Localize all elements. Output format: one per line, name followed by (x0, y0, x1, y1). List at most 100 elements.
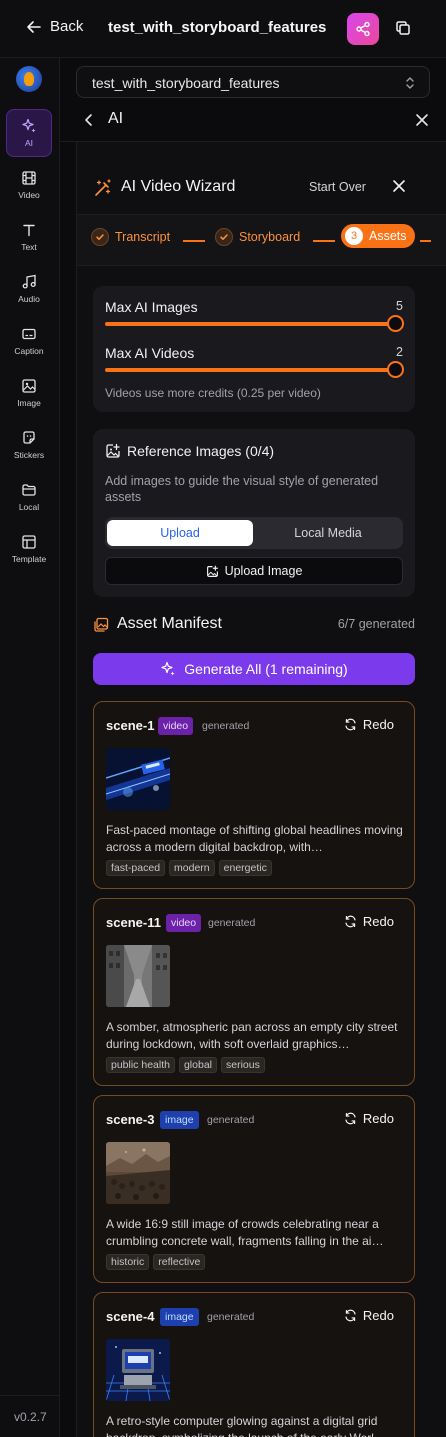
sidebar-item-label: AI (24, 138, 34, 148)
share-icon (356, 21, 370, 37)
app-version: v0.2.7 (14, 1410, 47, 1424)
slider-track[interactable] (105, 368, 395, 372)
step-label: Transcript (115, 230, 171, 244)
tab-upload[interactable]: Upload (107, 520, 253, 546)
film-icon (22, 171, 36, 185)
sticker-icon (23, 431, 35, 444)
sidebar-item-audio[interactable]: Audio (6, 265, 52, 313)
asset-tags: fast-paced modern energetic (106, 860, 272, 876)
close-icon[interactable] (392, 179, 406, 193)
redo-button[interactable]: Redo (344, 914, 394, 929)
sidebar-item-stickers[interactable]: Stickers (6, 421, 52, 469)
reference-images-card: Reference Images (0/4) Add images to gui… (93, 429, 415, 597)
wizard-title: AI Video Wizard (121, 178, 236, 195)
generated-count: 6/7 generated (337, 617, 415, 631)
wizard-panel: AI Video Wizard Start Over Transcript St… (76, 142, 446, 1437)
asset-description: A somber, atmospheric pan across an empt… (106, 1020, 398, 1051)
sidebar-item-local[interactable]: Local (6, 473, 52, 521)
slider-track[interactable] (105, 322, 395, 326)
asset-thumbnail[interactable] (106, 1142, 170, 1204)
sparkles-icon (22, 118, 36, 133)
slider-thumb[interactable] (387, 361, 404, 378)
refresh-icon (345, 1309, 356, 1322)
sidebar-item-label: Caption (14, 346, 44, 356)
max-images-slider[interactable]: Max AI Images 5 (105, 299, 404, 332)
left-sidebar: AI Video Text Audio Caption Image Sticke… (0, 58, 60, 1437)
slider-thumb[interactable] (387, 315, 404, 332)
slider-value: 5 (396, 299, 403, 313)
tag: modern (169, 860, 215, 876)
generate-all-label: Generate All (1 remaining) (184, 661, 348, 677)
upload-image-button[interactable]: Upload Image (105, 557, 403, 585)
sidebar-item-label: Audio (18, 294, 40, 304)
asset-thumbnail[interactable] (106, 748, 170, 810)
redo-button[interactable]: Redo (344, 1308, 394, 1323)
step-assets[interactable]: 3 Assets (341, 224, 415, 248)
asset-description: A wide 16:9 still image of crowds celebr… (106, 1217, 384, 1248)
asset-thumbnail[interactable] (106, 945, 170, 1007)
step-storyboard[interactable]: Storyboard (215, 228, 300, 246)
start-over-button[interactable]: Start Over (309, 180, 366, 194)
sidebar-item-template[interactable]: Template (6, 525, 52, 573)
sidebar-item-ai[interactable]: AI (6, 109, 52, 157)
music-icon (22, 274, 36, 289)
refresh-icon (345, 915, 356, 928)
asset-tags: historic reflective (106, 1254, 206, 1270)
check-icon (215, 228, 233, 246)
back-button[interactable]: Back (26, 18, 83, 35)
slider-value: 2 (396, 345, 403, 359)
asset-type-badge: video (166, 914, 202, 932)
project-select[interactable]: test_with_storyboard_features (76, 66, 430, 98)
asset-type-badge: image (160, 1111, 199, 1129)
tag: energetic (218, 860, 272, 876)
chevron-up-down-icon (406, 77, 414, 89)
source-toggle: Upload Local Media (105, 517, 403, 549)
sidebar-item-video[interactable]: Video (6, 161, 52, 209)
redo-button[interactable]: Redo (344, 1111, 394, 1126)
asset-status: generated (208, 917, 256, 929)
step-number: 3 (345, 227, 363, 245)
step-label: Storyboard (239, 230, 301, 244)
share-button[interactable] (347, 13, 379, 45)
copy-icon (396, 21, 410, 35)
asset-status: generated (207, 1114, 255, 1126)
redo-label: Redo (362, 1111, 394, 1126)
limits-card: Max AI Images 5 Max AI Videos 2 Videos u… (93, 286, 415, 412)
tag: serious (221, 1057, 265, 1073)
asset-description: Fast-paced montage of shifting global he… (106, 823, 403, 854)
tag: global (178, 1057, 217, 1073)
asset-name: scene-3 (106, 1112, 155, 1127)
folder-icon (22, 484, 36, 496)
text-icon (23, 224, 35, 237)
close-icon[interactable] (414, 112, 430, 128)
chevron-left-icon[interactable] (82, 112, 96, 128)
sidebar-item-label: Video (18, 190, 40, 200)
sidebar-item-caption[interactable]: Caption (6, 317, 52, 365)
tag: historic (106, 1254, 150, 1270)
reference-images-description: Add images to guide the visual style of … (105, 474, 379, 504)
sidebar-item-text[interactable]: Text (6, 213, 52, 261)
step-connector (183, 240, 205, 242)
sidebar-divider (0, 1395, 59, 1396)
sidebar-item-image[interactable]: Image (6, 369, 52, 417)
sidebar-item-label: Stickers (13, 450, 45, 460)
sidebar-item-label: Text (21, 242, 37, 252)
step-label: Assets (369, 229, 407, 243)
main-area: test_with_storyboard_features AI AI Vide… (60, 58, 446, 1437)
asset-type-badge: video (158, 717, 194, 735)
wizard-header: AI Video Wizard Start Over Transcript St… (77, 142, 446, 270)
tab-local-media[interactable]: Local Media (255, 520, 401, 546)
duplicate-button[interactable] (390, 15, 416, 41)
upload-image-label: Upload Image (224, 564, 303, 578)
max-videos-slider[interactable]: Max AI Videos 2 (105, 345, 404, 378)
back-label: Back (50, 18, 84, 35)
asset-name: scene-1 (106, 718, 155, 733)
generate-all-button[interactable]: Generate All (1 remaining) (93, 653, 415, 685)
redo-button[interactable]: Redo (344, 717, 394, 732)
redo-label: Redo (362, 1308, 394, 1323)
image-icon (22, 379, 36, 393)
asset-name: scene-11 (106, 915, 161, 930)
asset-thumbnail[interactable] (106, 1339, 170, 1401)
step-transcript[interactable]: Transcript (91, 228, 170, 246)
step-connector (420, 240, 431, 242)
